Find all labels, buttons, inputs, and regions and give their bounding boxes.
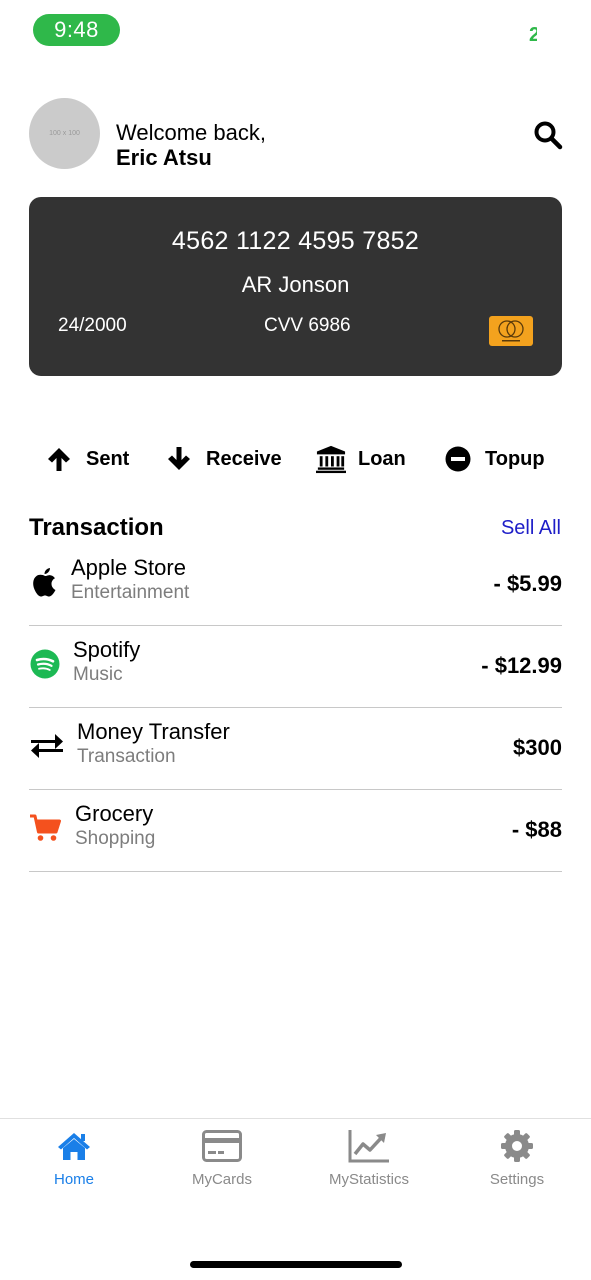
transaction-category: Music xyxy=(73,664,123,685)
home-indicator xyxy=(190,1261,402,1268)
card-number: 4562 1122 4595 7852 xyxy=(171,227,420,255)
transaction-name: Money Transfer xyxy=(77,719,230,744)
cart-icon xyxy=(29,812,61,844)
tab-mystatistics[interactable]: MyStatistics xyxy=(295,1129,443,1188)
topup-button[interactable]: Topup xyxy=(443,442,545,476)
transaction-category: Entertainment xyxy=(71,582,190,603)
arrow-up-icon xyxy=(44,444,74,474)
chart-icon xyxy=(295,1129,443,1163)
receive-button[interactable]: Receive xyxy=(164,442,282,476)
arrow-down-icon xyxy=(164,444,194,474)
transaction-row[interactable]: Apple Store Entertainment - $5.99 xyxy=(29,544,562,626)
gear-icon xyxy=(443,1129,591,1163)
loan-button[interactable]: Loan xyxy=(316,442,406,476)
search-icon xyxy=(534,121,563,150)
card-cvv: CVV 6986 xyxy=(264,315,351,336)
tab-mystatistics-label: MyStatistics xyxy=(328,1171,409,1188)
card-holder: AR Jonson xyxy=(241,272,350,297)
transaction-category: Transaction xyxy=(77,746,176,767)
battery-indicator: 2 xyxy=(529,24,537,46)
card-icon xyxy=(148,1129,296,1163)
home-icon xyxy=(0,1129,148,1163)
welcome-text: Welcome back, xyxy=(116,120,266,145)
transaction-row[interactable]: Grocery Shopping - $88 xyxy=(29,790,562,872)
search-button[interactable] xyxy=(533,120,563,150)
see-all-link[interactable]: Sell All xyxy=(501,517,561,540)
tab-settings-label: Settings xyxy=(489,1171,545,1188)
transaction-amount: $300 xyxy=(513,735,562,760)
transaction-amount: - $12.99 xyxy=(481,653,562,678)
transaction-amount: - $88 xyxy=(511,817,562,842)
loan-label: Loan xyxy=(358,447,406,470)
credit-card[interactable]: 4562 1122 4595 7852 AR Jonson 24/2000 CV… xyxy=(29,197,562,376)
minus-circle-icon xyxy=(443,444,473,474)
card-expiry: 24/2000 xyxy=(58,315,127,336)
sent-label: Sent xyxy=(86,447,130,470)
tab-home[interactable]: Home xyxy=(0,1129,148,1188)
transaction-row[interactable]: Spotify Music - $12.99 xyxy=(29,626,562,708)
user-name: Eric Atsu xyxy=(116,145,212,170)
transaction-name: Apple Store xyxy=(71,555,186,580)
bank-icon xyxy=(316,444,346,474)
transaction-amount: - $5.99 xyxy=(493,571,563,596)
tab-settings[interactable]: Settings xyxy=(443,1129,591,1188)
avatar-placeholder-text: 100 x 100 xyxy=(49,130,80,137)
transaction-name: Grocery xyxy=(75,801,154,826)
sent-button[interactable]: Sent xyxy=(44,442,129,476)
transaction-category: Shopping xyxy=(75,828,156,849)
topup-label: Topup xyxy=(485,447,545,470)
tab-mycards-label: MyCards xyxy=(191,1171,252,1188)
status-time: 9:48 xyxy=(33,14,120,46)
tab-home-label: Home xyxy=(53,1171,94,1188)
avatar[interactable]: 100 x 100 xyxy=(29,98,100,169)
transaction-row[interactable]: Money Transfer Transaction $300 xyxy=(29,708,562,790)
tab-mycards[interactable]: MyCards xyxy=(148,1129,296,1188)
spotify-icon xyxy=(29,648,61,680)
tab-bar: Home MyCards MyStatistics Settings xyxy=(0,1118,591,1280)
receive-label: Receive xyxy=(206,447,282,470)
transactions-title: Transaction xyxy=(29,514,164,541)
transaction-name: Spotify xyxy=(73,637,141,662)
quick-actions: Sent Receive Loan Topup xyxy=(0,442,591,476)
apple-icon xyxy=(29,566,61,598)
mastercard-logo xyxy=(489,316,533,346)
transfer-icon xyxy=(29,730,65,762)
